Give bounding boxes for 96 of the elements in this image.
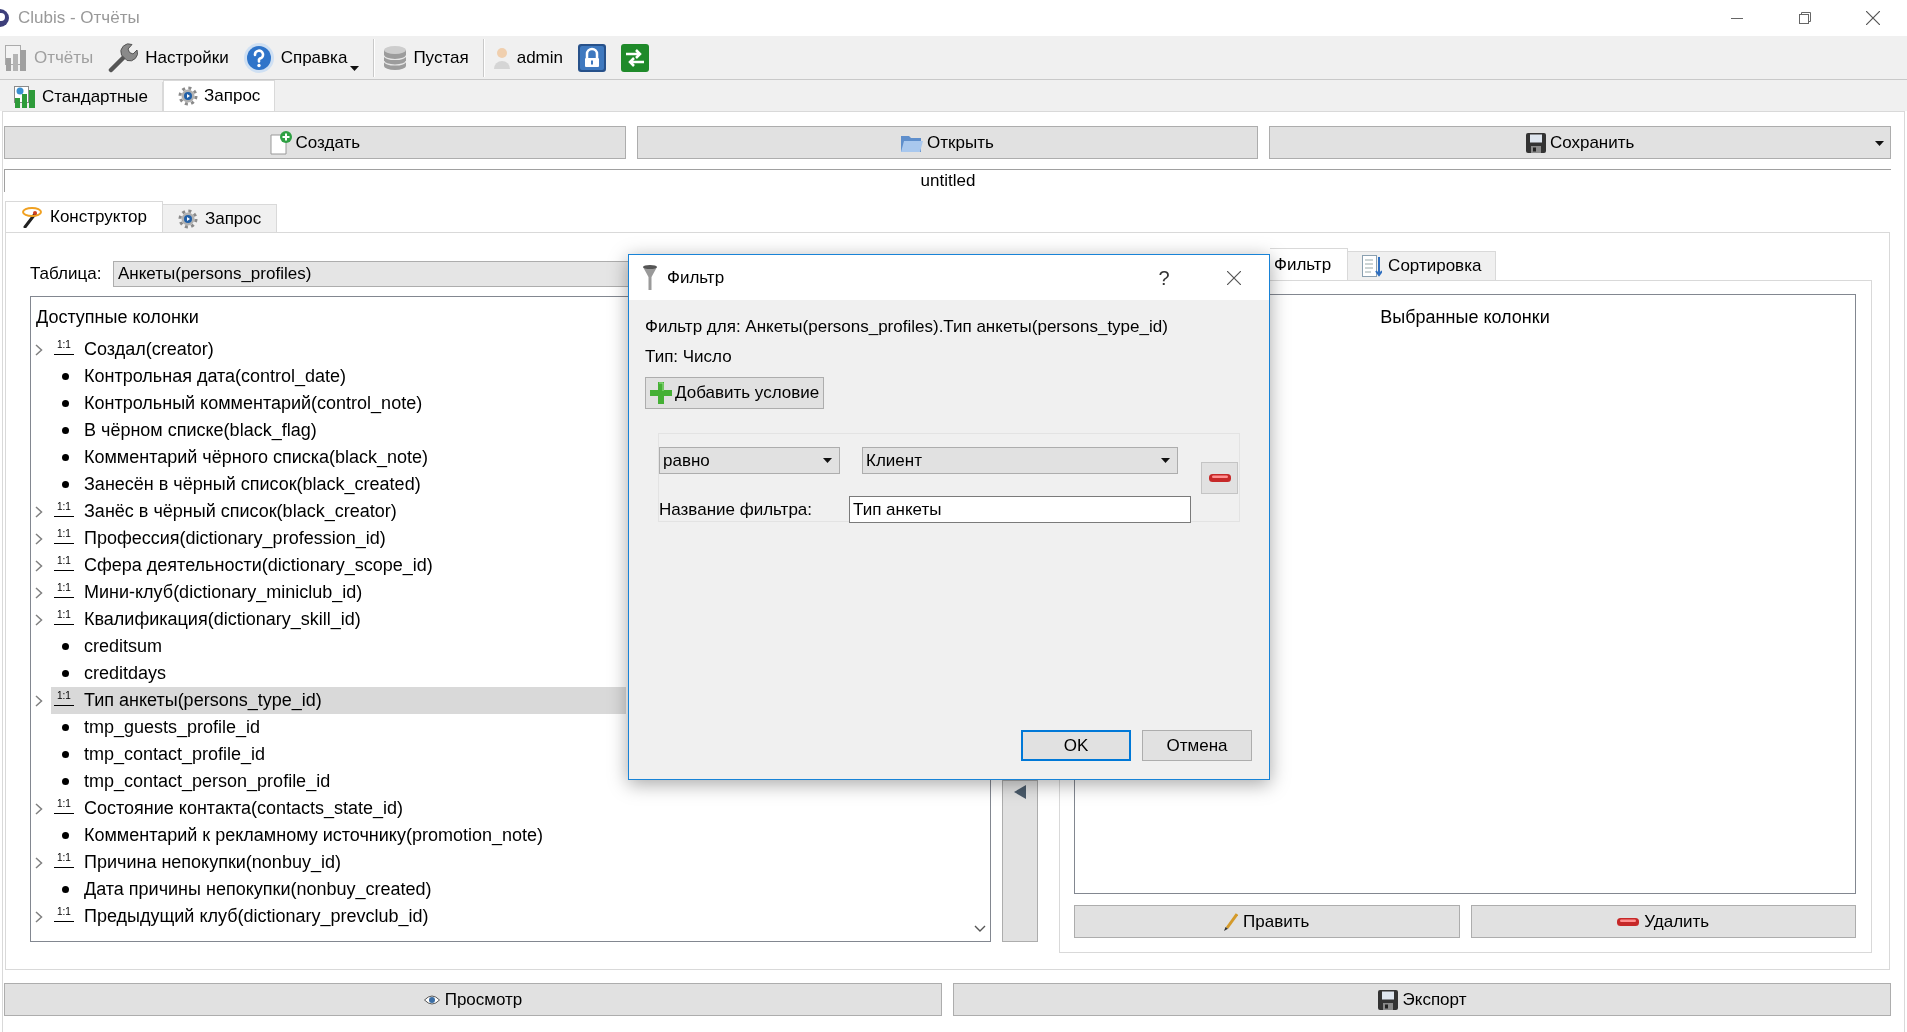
tab[interactable]: Запрос: [162, 204, 278, 232]
bullet-icon: [62, 454, 69, 461]
help-button[interactable]: ?: [1144, 259, 1184, 296]
bullet-icon: [62, 832, 69, 839]
list-header: Выбранные колонки: [1380, 306, 1550, 329]
swap-arrows-icon: [621, 43, 649, 72]
bar-chart-icon: [14, 85, 36, 108]
cardinality-label: 1:1: [54, 907, 74, 922]
filter-type-text: Тип: Число: [645, 347, 733, 367]
dialog-button[interactable]: Отмена: [1142, 730, 1252, 761]
footer-button[interactable]: Просмотр: [4, 983, 942, 1016]
filter-name-label: Название фильтра:: [659, 498, 814, 521]
chevron-right-icon[interactable]: [35, 802, 43, 815]
cardinality-label: 1:1: [54, 340, 74, 355]
bullet-icon: [62, 724, 69, 731]
pencil-icon: [1224, 912, 1239, 931]
bullet-icon: [62, 643, 69, 650]
bullet-icon: [62, 427, 69, 434]
toolbar-button[interactable]: Пустая: [379, 38, 474, 77]
chevron-right-icon[interactable]: [35, 343, 43, 356]
restore-icon: [1799, 12, 1811, 24]
chevron-right-icon[interactable]: [35, 856, 43, 869]
chevron-right-icon[interactable]: [35, 613, 43, 626]
filter-name-field[interactable]: Тип анкеты: [849, 496, 1191, 523]
chevron-right-icon[interactable]: [35, 532, 43, 545]
operator-dropdown[interactable]: равно: [659, 447, 840, 474]
toolbar-button[interactable]: Справка: [238, 38, 365, 77]
cardinality-label: 1:1: [54, 529, 74, 544]
database-icon: [384, 45, 407, 70]
help-icon: [243, 42, 274, 73]
cardinality-label: 1:1: [54, 556, 74, 571]
gear-icon: [177, 208, 198, 229]
table-dropdown[interactable]: Анкеты(persons_profiles): [113, 261, 629, 287]
gear-icon: [178, 86, 199, 106]
folder-icon: [901, 133, 924, 152]
remove-condition-button[interactable]: [1201, 461, 1238, 494]
value-dropdown[interactable]: Клиент: [862, 447, 1178, 474]
toolbar-button[interactable]: Настройки: [103, 38, 234, 77]
chevron-right-icon[interactable]: [35, 505, 43, 518]
bullet-icon: [62, 481, 69, 488]
wrench-icon: [108, 42, 139, 73]
cardinality-label: 1:1: [54, 502, 74, 517]
caret-icon: [1161, 458, 1170, 463]
bullet-icon: [62, 778, 69, 785]
chevron-right-icon[interactable]: [35, 559, 43, 572]
footer-button[interactable]: Экспорт: [953, 983, 1891, 1016]
list-action-button[interactable]: Править: [1074, 905, 1460, 938]
cardinality-label: 1:1: [54, 583, 74, 598]
arrow-left-icon: [1014, 785, 1026, 799]
chevron-down-icon: [974, 925, 986, 932]
minus-icon: [1208, 473, 1231, 482]
query-name-label: untitled: [4, 169, 1891, 192]
tree-header: Доступные колонки: [36, 306, 199, 329]
tab[interactable]: Фильтр: [1270, 248, 1349, 280]
eye-icon: [423, 993, 440, 1006]
user-icon: [493, 46, 510, 69]
new-document-icon: [269, 130, 292, 155]
cardinality-label: 1:1: [54, 610, 74, 625]
bullet-icon: [62, 400, 69, 407]
add-condition-button[interactable]: Добавить условие: [645, 377, 825, 409]
dialog-title: Фильтр: [667, 266, 725, 289]
cardinality-label: 1:1: [54, 691, 74, 706]
funnel-icon: [643, 264, 657, 291]
plus-icon: [650, 382, 672, 404]
minus-icon: [1617, 917, 1640, 926]
chevron-right-icon[interactable]: [35, 586, 43, 599]
magic-wand-icon: [21, 206, 43, 228]
toolbar-action-button[interactable]: Открыть: [636, 126, 1259, 159]
tree-item[interactable]: 1:1 Тип анкеты(persons_type_id): [51, 687, 626, 714]
tab[interactable]: Сортировка: [1348, 251, 1497, 280]
sort-list-icon: [1362, 255, 1383, 277]
bullet-icon: [62, 751, 69, 758]
window-title: Clubis - Отчёты: [18, 7, 140, 30]
bullet-icon: [62, 886, 69, 893]
caret-icon: [823, 458, 832, 463]
bar-chart-icon: [5, 44, 27, 71]
table-label: Таблица:: [30, 263, 103, 286]
toolbar-button[interactable]: admin: [488, 38, 568, 77]
tab[interactable]: Запрос: [163, 80, 276, 111]
minimize-icon: [1731, 17, 1743, 19]
lock-icon: [578, 43, 606, 72]
bullet-icon: [62, 373, 69, 380]
dialog-button[interactable]: OK: [1021, 730, 1131, 761]
tab[interactable]: Конструктор: [5, 201, 163, 232]
move-left-button[interactable]: [1002, 780, 1038, 942]
close-icon: [1866, 11, 1880, 25]
cardinality-label: 1:1: [54, 853, 74, 868]
toolbar-action-button[interactable]: Создать: [4, 126, 626, 159]
cardinality-label: 1:1: [54, 799, 74, 814]
list-action-button[interactable]: Удалить: [1470, 905, 1856, 938]
filter-target-text: Фильтр для: Анкеты(persons_profiles).Тип анкеты(persons_type_id): [645, 317, 1169, 337]
close-icon: [1227, 270, 1241, 285]
toolbar-action-button[interactable]: Сохранить: [1269, 126, 1891, 159]
chevron-right-icon[interactable]: [35, 910, 43, 923]
bullet-icon: [62, 670, 69, 677]
chevron-right-icon[interactable]: [35, 694, 43, 707]
